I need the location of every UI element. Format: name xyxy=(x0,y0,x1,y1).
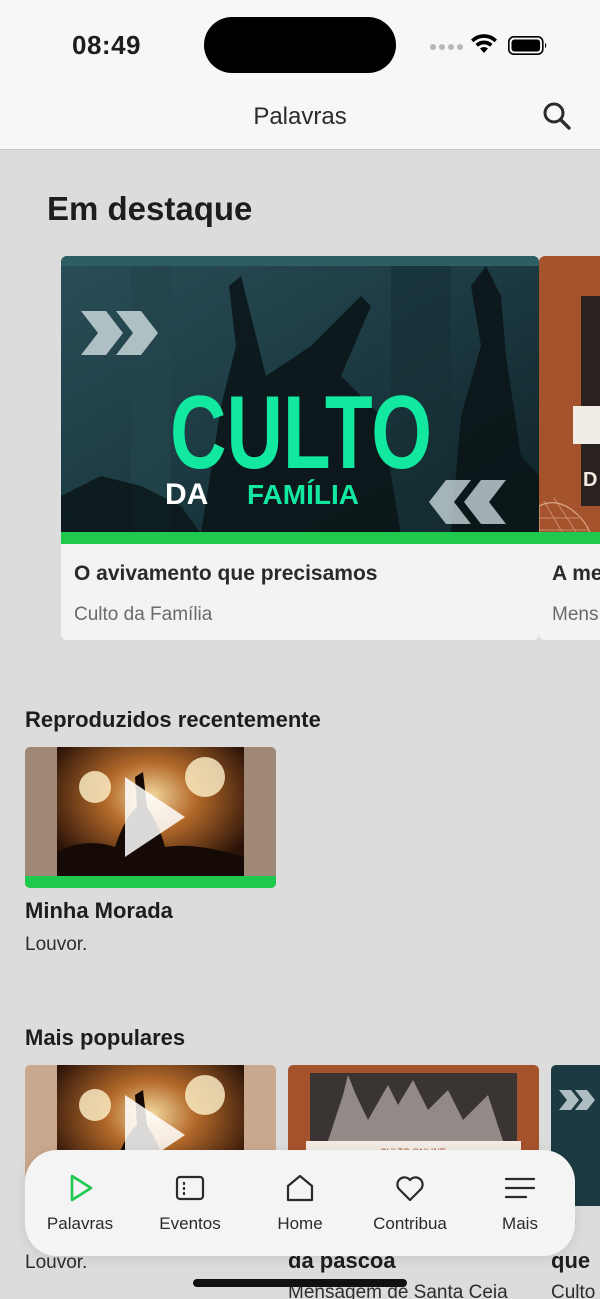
tab-label: Mais xyxy=(502,1214,538,1233)
recent-item-title: Minha Morada xyxy=(25,898,173,923)
featured-card-peek[interactable]: D A me Mens xyxy=(539,256,600,640)
tab-contribua[interactable]: Contribua xyxy=(355,1150,465,1256)
tab-label: Palavras xyxy=(46,1214,114,1233)
recent-section-title: Reproduzidos recentemente xyxy=(25,707,321,732)
cellular-signal-icon xyxy=(430,42,464,50)
tab-palavras[interactable]: Palavras xyxy=(25,1150,135,1256)
featured-art-subtitle-familia: FAMÍLIA xyxy=(247,479,359,510)
featured-card-title: O avivamento que precisamos xyxy=(74,562,378,585)
play-icon xyxy=(70,1174,93,1202)
recent-item-subtitle: Louvor. xyxy=(25,934,88,955)
status-time: 08:49 xyxy=(72,30,141,60)
featured-card-subtitle: Culto da Família xyxy=(74,604,213,625)
popular-item-subtitle: Culto xyxy=(551,1282,596,1299)
tab-mais[interactable]: Mais xyxy=(465,1150,575,1256)
tab-label: Contribua xyxy=(373,1214,447,1233)
featured-card-peek-subtitle: Mens xyxy=(552,604,599,625)
tab-home[interactable]: Home xyxy=(245,1150,355,1256)
featured-art-title: CULTO xyxy=(170,375,432,491)
home-indicator xyxy=(193,1279,407,1287)
featured-art-subtitle-da: DA xyxy=(165,478,208,511)
nav-header: Palavras xyxy=(0,90,600,150)
featured-card[interactable]: CULTO DA FAMÍLIA O avivamento que precis… xyxy=(61,256,539,640)
page-title: Palavras xyxy=(253,103,347,130)
tab-eventos[interactable]: Eventos xyxy=(135,1150,245,1256)
home-icon xyxy=(286,1174,314,1202)
featured-section-title: Em destaque xyxy=(47,190,253,227)
tab-bar: Palavras Eventos Home Contribua Mais xyxy=(25,1150,575,1256)
featured-card-image: CULTO DA FAMÍLIA xyxy=(61,256,539,544)
worship-concert-image xyxy=(25,747,276,888)
featured-card-peek-image: D xyxy=(539,256,600,544)
tab-label: Home xyxy=(277,1214,323,1233)
status-bar: 08:49 xyxy=(0,0,600,90)
search-icon[interactable] xyxy=(540,99,574,133)
wifi-icon xyxy=(471,34,497,53)
recent-item-thumbnail[interactable] xyxy=(25,747,276,888)
popular-section-title: Mais populares xyxy=(25,1025,186,1050)
tab-label: Eventos xyxy=(159,1214,221,1233)
calendar-icon xyxy=(175,1175,205,1201)
featured-card-peek-art-text: D xyxy=(583,469,597,491)
featured-card-peek-title: A me xyxy=(552,562,600,585)
heart-icon xyxy=(396,1176,424,1202)
menu-icon xyxy=(504,1177,536,1199)
dynamic-island xyxy=(204,17,396,73)
battery-icon xyxy=(508,36,547,55)
